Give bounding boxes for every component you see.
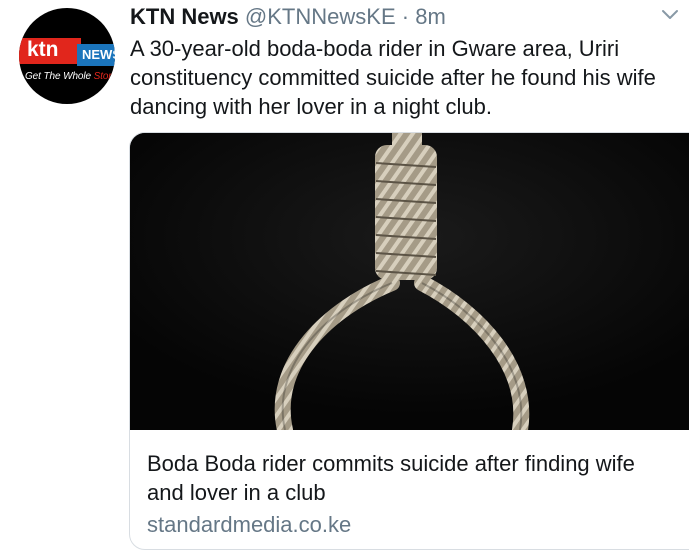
link-card[interactable]: Boda Boda rider commits suicide after fi… (129, 132, 689, 550)
meta-separator: · (401, 4, 410, 29)
avatar-ktn-logo: ktn (19, 38, 81, 64)
tweet[interactable]: ktn NEWS Get The Whole Story KTN News @K… (0, 0, 689, 553)
card-title[interactable]: Boda Boda rider commits suicide after fi… (147, 449, 687, 507)
tweet-text-line: constituency committed suicide after he … (130, 65, 656, 90)
author-name[interactable]: KTN News (130, 4, 239, 29)
avatar-slogan: Get The Whole Story (25, 71, 115, 82)
avatar-slogan-red: Story (93, 71, 115, 82)
card-domain[interactable]: standardmedia.co.ke (147, 511, 351, 539)
tweet-text-line: dancing with her lover in a night club. (130, 94, 492, 119)
chevron-down-icon[interactable] (660, 8, 680, 22)
noose-image[interactable] (130, 133, 689, 430)
tweet-timestamp[interactable]: 8m (415, 4, 446, 29)
tweet-text: A 30-year-old boda-boda rider in Gware a… (130, 34, 689, 121)
card-title-line: and lover in a club (147, 480, 326, 505)
avatar-news-badge: NEWS (77, 44, 115, 66)
author-handle[interactable]: @KTNNewsKE (245, 4, 396, 29)
avatar-slogan-white: Get The Whole (25, 71, 94, 82)
tweet-header: KTN News @KTNNewsKE · 8m (130, 4, 446, 30)
card-title-line: Boda Boda rider commits suicide after fi… (147, 451, 635, 476)
tweet-text-line: A 30-year-old boda-boda rider in Gware a… (130, 36, 620, 61)
avatar[interactable]: ktn NEWS Get The Whole Story (19, 8, 115, 104)
